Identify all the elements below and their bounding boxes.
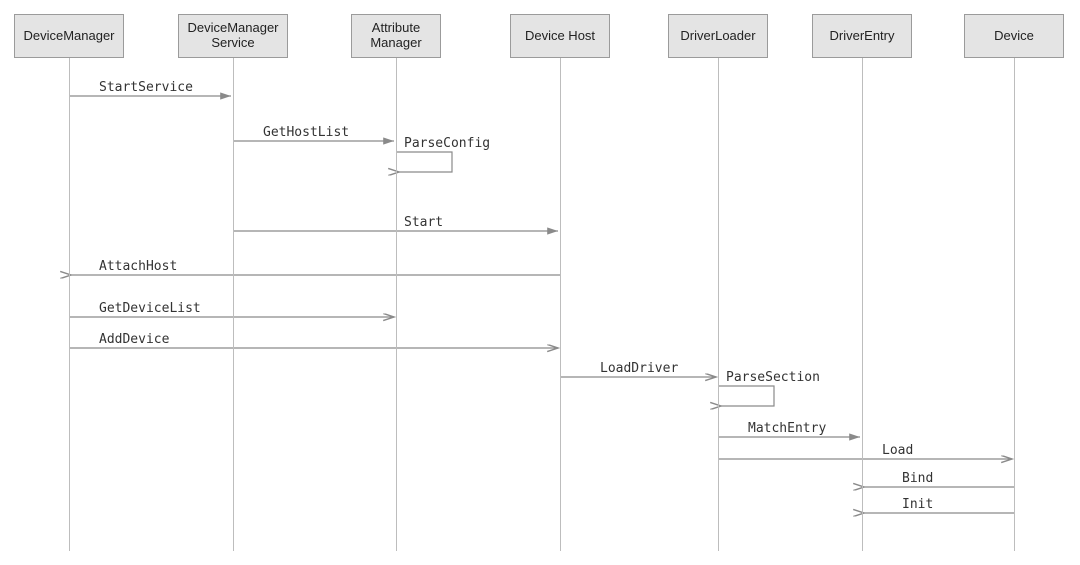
message-label: Init bbox=[900, 497, 935, 512]
message-label: AddDevice bbox=[97, 332, 171, 347]
lifeline-p3 bbox=[560, 58, 561, 551]
message-label: StartService bbox=[97, 80, 195, 95]
message-label: ParseSection bbox=[724, 370, 822, 385]
message-label: Load bbox=[880, 443, 915, 458]
message-m8 bbox=[718, 386, 774, 406]
lifeline-p6 bbox=[1014, 58, 1015, 551]
lifeline-p1 bbox=[233, 58, 234, 551]
participant-p2: AttributeManager bbox=[351, 14, 441, 58]
participant-label: Device Host bbox=[525, 29, 595, 44]
lifeline-p4 bbox=[718, 58, 719, 551]
message-label: ParseConfig bbox=[402, 136, 492, 151]
lifeline-p2 bbox=[396, 58, 397, 551]
lifeline-p0 bbox=[69, 58, 70, 551]
participant-label: DriverEntry bbox=[829, 29, 894, 44]
participant-label: DriverLoader bbox=[680, 29, 755, 44]
message-label: AttachHost bbox=[97, 259, 179, 274]
participant-p0: DeviceManager bbox=[14, 14, 124, 58]
message-label: LoadDriver bbox=[598, 361, 680, 376]
participant-p5: DriverEntry bbox=[812, 14, 912, 58]
participant-p3: Device Host bbox=[510, 14, 610, 58]
participant-p4: DriverLoader bbox=[668, 14, 768, 58]
participant-label: DeviceManagerService bbox=[187, 21, 278, 51]
sequence-diagram: DeviceManager DeviceManagerService Attribu… bbox=[0, 0, 1080, 565]
participant-p1: DeviceManagerService bbox=[178, 14, 288, 58]
participant-p6: Device bbox=[964, 14, 1064, 58]
participant-label: DeviceManager bbox=[23, 29, 114, 44]
message-m2 bbox=[396, 152, 452, 172]
message-label: Start bbox=[402, 215, 445, 230]
lifeline-p5 bbox=[862, 58, 863, 551]
message-label: GetDeviceList bbox=[97, 301, 203, 316]
participant-label: Device bbox=[994, 29, 1034, 44]
message-label: GetHostList bbox=[261, 125, 351, 140]
participant-label: AttributeManager bbox=[370, 21, 421, 51]
message-label: Bind bbox=[900, 471, 935, 486]
message-label: MatchEntry bbox=[746, 421, 828, 436]
